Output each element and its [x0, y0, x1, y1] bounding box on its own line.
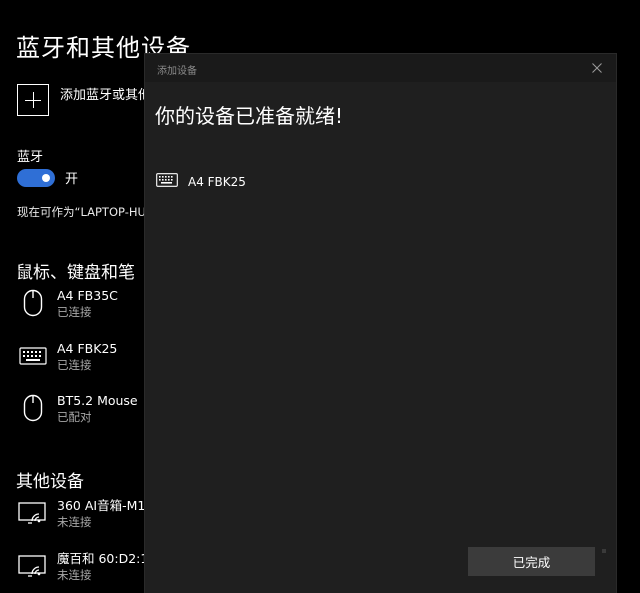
keyboard-icon — [156, 172, 178, 191]
device-name: A4 FB35C — [57, 288, 118, 303]
ready-device-name: A4 FBK25 — [188, 174, 246, 189]
device-name: BT5.2 Mouse — [57, 393, 138, 408]
device-status: 已连接 — [57, 305, 92, 319]
add-bluetooth-device-button[interactable]: 添加蓝牙或其他 — [17, 84, 151, 116]
done-button[interactable]: 已完成 — [468, 547, 595, 576]
dialog-title: 添加设备 — [157, 66, 197, 77]
device-item-a4-fb35c[interactable]: A4 FB35C 已连接 — [18, 288, 118, 320]
dialog-titlebar[interactable]: 添加设备 — [145, 54, 616, 82]
device-item-a4-fbk25[interactable]: A4 FBK25 已连接 — [18, 341, 117, 373]
device-item-bt52-mouse[interactable]: BT5.2 Mouse 已配对 — [18, 393, 138, 425]
keyboard-icon — [18, 341, 48, 371]
device-status: 未连接 — [57, 515, 92, 529]
dialog-heading: 你的设备已准备就绪! — [155, 104, 344, 128]
display-wireless-icon — [18, 551, 48, 581]
device-item-360-ai-speaker[interactable]: 360 AI音箱-M1-6 未连接 — [18, 498, 158, 530]
discoverable-text: 现在可作为“LAPTOP-HU — [17, 205, 146, 219]
device-name: A4 FBK25 — [57, 341, 118, 356]
display-wireless-icon — [18, 498, 48, 528]
mouse-keyboard-pen-section-title: 鼠标、键盘和笔 — [16, 263, 135, 283]
add-device-dialog: 添加设备 你的设备已准备就绪! A4 FBK25 已完成 — [145, 54, 616, 593]
resize-grip — [602, 549, 606, 553]
mouse-icon — [18, 393, 48, 423]
device-name: 360 AI音箱-M1-6 — [57, 498, 158, 513]
bluetooth-settings-page: 蓝牙和其他设备 添加蓝牙或其他 蓝牙 开 现在可作为“LAPTOP-HU 鼠标、… — [0, 0, 640, 593]
other-devices-section-title: 其他设备 — [16, 472, 84, 492]
device-status: 已连接 — [57, 358, 92, 372]
device-status: 已配对 — [57, 410, 92, 424]
bluetooth-toggle[interactable] — [17, 168, 55, 187]
close-icon[interactable] — [588, 59, 606, 77]
toggle-knob — [42, 173, 50, 182]
ready-device-item: A4 FBK25 — [156, 172, 246, 191]
add-device-label: 添加蓝牙或其他 — [60, 87, 152, 103]
bluetooth-label: 蓝牙 — [17, 150, 44, 165]
toggle-state-label: 开 — [65, 172, 79, 187]
bluetooth-toggle-row: 开 — [17, 168, 78, 187]
device-item-mobaihe[interactable]: 魔百和 60:D2:1C: 未连接 — [18, 551, 161, 583]
mouse-icon — [18, 288, 48, 318]
plus-icon — [17, 84, 49, 116]
